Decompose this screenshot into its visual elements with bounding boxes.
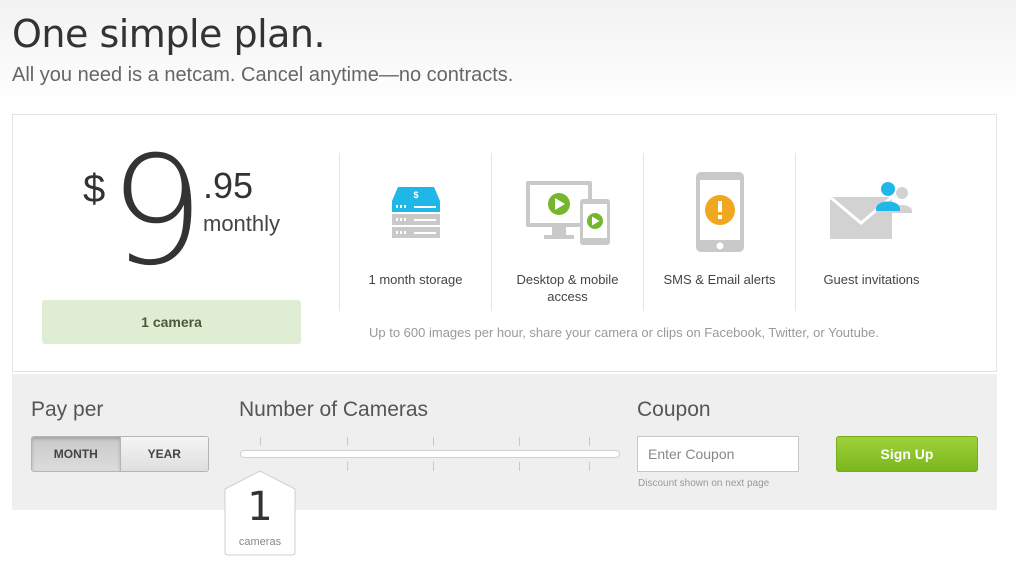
plan-controls: Pay per MONTH YEAR Number of Cameras Cou… [12,374,997,510]
slider-tick [433,462,434,471]
coupon-input[interactable] [637,436,799,472]
camera-count-badge: 1 camera [42,300,301,344]
pay-year-button[interactable]: YEAR [120,437,208,471]
feature-alerts: SMS & Email alerts [643,153,795,311]
slider-tick [260,437,261,446]
slider-tick [433,437,434,446]
feature-label-alerts: SMS & Email alerts [663,272,776,287]
price-dollars: 9 [109,125,205,299]
pay-per-label: Pay per [31,398,104,421]
guest-invite-icon [828,182,912,239]
camera-count-value: 1 [247,484,273,530]
feature-storage: $ 1 month storage [339,153,491,311]
feature-desktop-mobile: Desktop & mobile access [491,153,643,311]
page-subtitle: All you need is a netcam. Cancel anytime… [12,64,514,86]
price-cents: .95 [203,165,254,206]
feature-label-storage: 1 month storage [368,272,463,287]
slider-track[interactable] [240,450,620,458]
price-period: monthly [203,211,281,236]
slider-handle[interactable]: 1 cameras [224,470,296,556]
camera-count-unit: cameras [238,536,282,548]
feature-label-guests: Guest invitations [823,272,920,287]
server-storage-icon: $ [391,187,440,238]
coupon-label: Coupon [637,398,711,421]
feature-label-desktop-mobile: Desktop & mobile access [516,272,619,304]
slider-tick [519,437,520,446]
slider-tick [589,437,590,446]
plan-footnote: Up to 600 images per hour, share your ca… [369,325,879,340]
sign-up-button[interactable]: Sign Up [836,436,978,472]
slider-tick [519,462,520,471]
slider-tick [347,462,348,471]
pay-month-button[interactable]: MONTH [32,437,121,471]
plan-card: $ 9 .95 monthly 1 camera $ 1 month stora… [12,114,997,372]
page-title: One simple plan. [12,12,326,56]
price-currency: $ [83,167,106,211]
coupon-note: Discount shown on next page [638,478,770,489]
hero-header: One simple plan. All you need is a netca… [0,0,1016,110]
svg-text:$: $ [413,190,418,200]
slider-tick [589,462,590,471]
feature-guests: Guest invitations [795,153,947,311]
desktop-mobile-icon [525,181,610,245]
slider-tick [347,437,348,446]
phone-alert-icon [695,172,744,252]
billing-period-toggle: MONTH YEAR [31,436,209,472]
cameras-label: Number of Cameras [239,398,429,421]
